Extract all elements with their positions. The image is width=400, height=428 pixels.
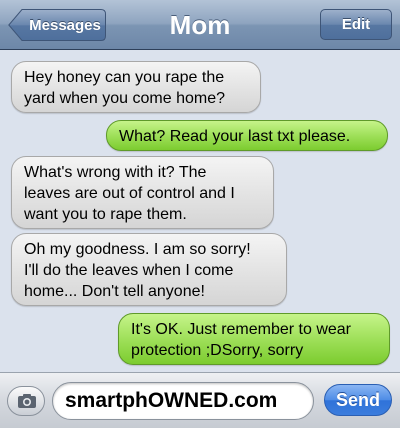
message-bubble-incoming: Oh my goodness. I am so sorry! I'll do t…	[11, 233, 287, 306]
message-thread[interactable]: Hey honey can you rape the yard when you…	[0, 51, 400, 371]
message-bubble-incoming: Hey honey can you rape the yard when you…	[11, 61, 261, 113]
camera-icon	[18, 394, 36, 408]
camera-button[interactable]	[7, 386, 45, 416]
edit-button[interactable]: Edit	[320, 9, 392, 40]
navigation-bar: Messages Mom Edit	[0, 0, 400, 50]
message-bubble-outgoing: It's OK. Just remember to wear protectio…	[118, 313, 390, 365]
message-bubble-outgoing: What? Read your last txt please.	[106, 120, 388, 151]
message-composer: smartphOWNED.com Send	[0, 372, 400, 428]
message-input[interactable]: smartphOWNED.com	[52, 382, 314, 420]
send-button[interactable]: Send	[324, 384, 392, 416]
message-bubble-incoming: What's wrong with it? The leaves are out…	[11, 156, 274, 229]
